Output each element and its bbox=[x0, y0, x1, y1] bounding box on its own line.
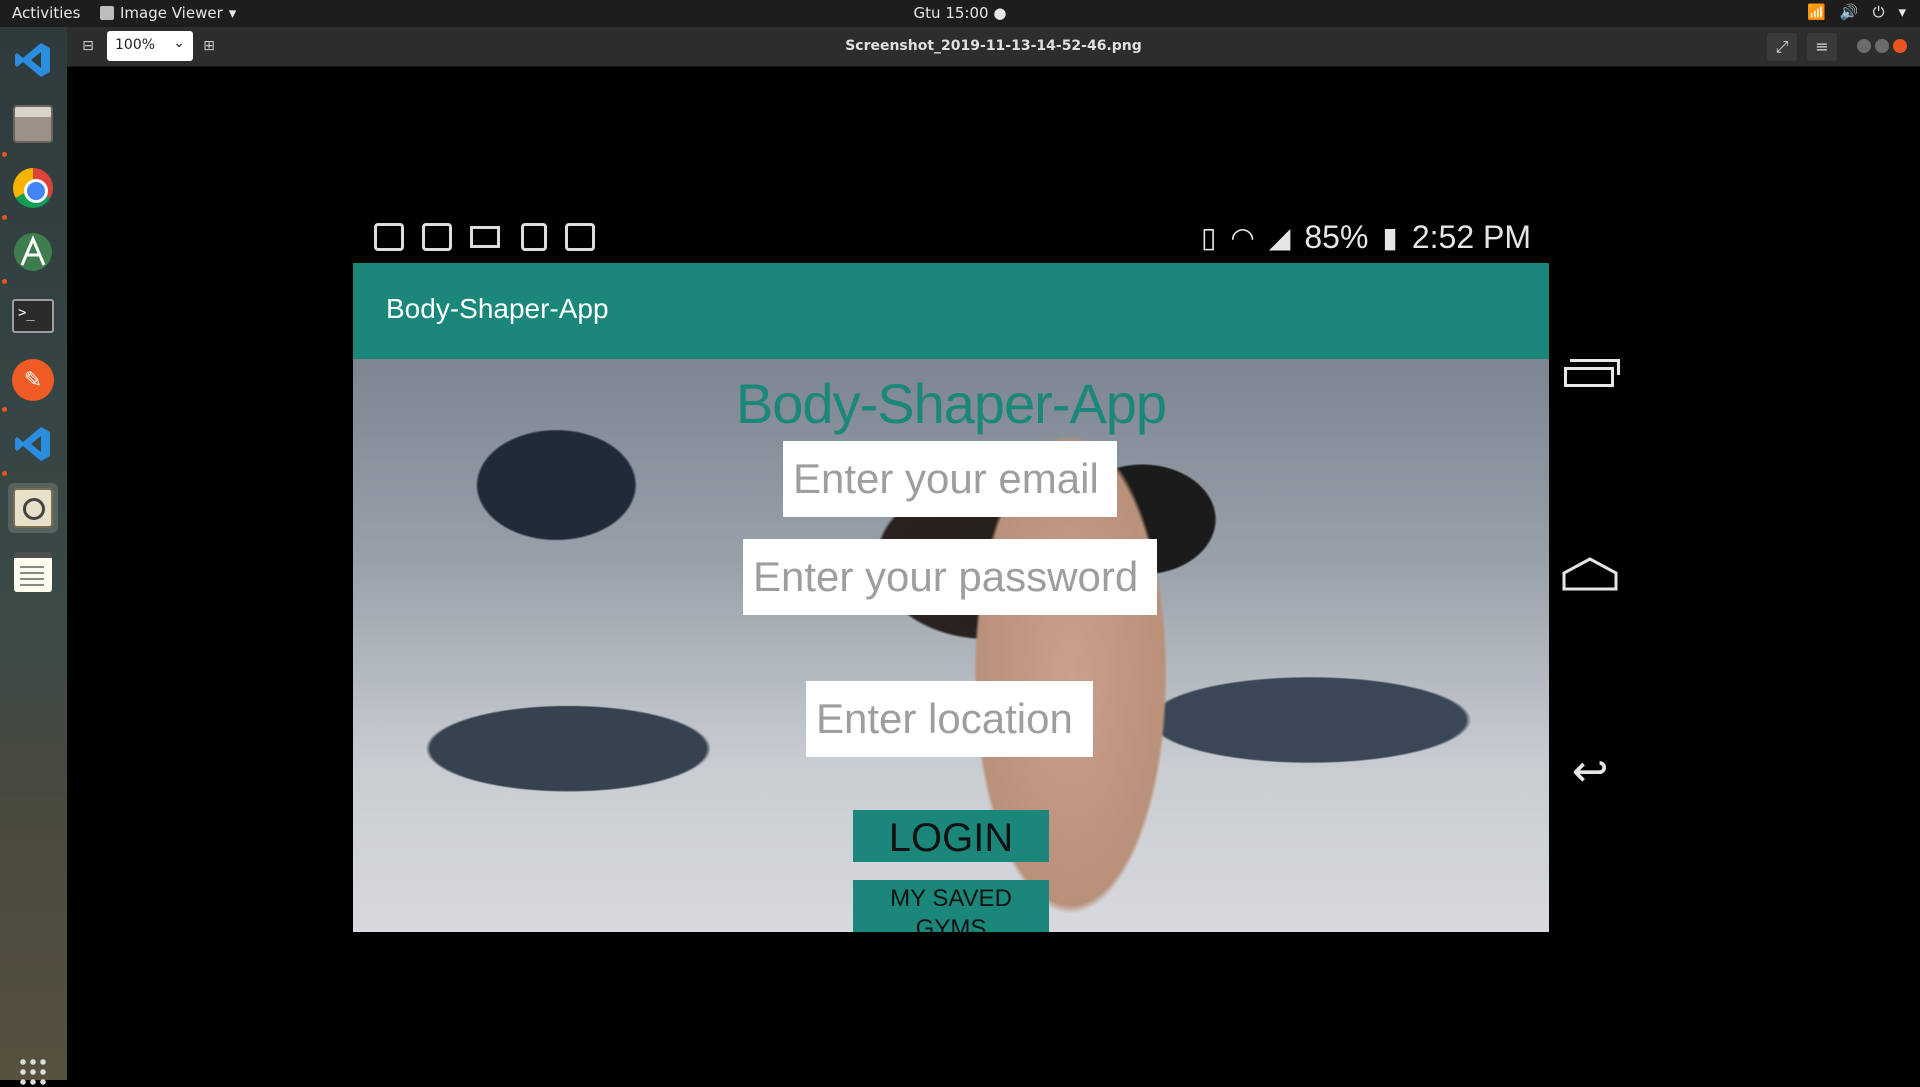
vibrate-icon: ▯ bbox=[1200, 222, 1217, 253]
power-icon: ⏻ bbox=[1872, 3, 1885, 21]
login-button[interactable]: LOGIN bbox=[853, 810, 1049, 862]
dock-item-image-viewer[interactable] bbox=[8, 483, 58, 533]
terminal-icon: >_ bbox=[12, 299, 54, 333]
location-field[interactable]: Enter location bbox=[806, 681, 1093, 757]
back-icon[interactable]: ↩ bbox=[1560, 750, 1620, 794]
status-time: 2:52 PM bbox=[1411, 219, 1531, 255]
postman-icon: ✎ bbox=[12, 359, 54, 401]
cell-signal-icon: ◢ bbox=[1268, 222, 1291, 253]
image-viewer-headerbar: ⊟ 100% ⌄ ⊞ Screenshot_2019-11-13-14-52-4… bbox=[67, 27, 1920, 67]
download-notification-icon bbox=[422, 223, 452, 251]
files-icon bbox=[13, 105, 53, 143]
recent-apps-icon[interactable] bbox=[1560, 355, 1620, 395]
dock-item-files[interactable] bbox=[8, 99, 58, 149]
fullscreen-icon[interactable]: ⤢ bbox=[1767, 33, 1797, 61]
android-studio-icon bbox=[14, 233, 52, 271]
app-toolbar: Body-Shaper-App bbox=[353, 263, 1549, 359]
email-field[interactable]: Enter your email bbox=[783, 441, 1117, 517]
wifi-signal-icon: ◠ bbox=[1230, 222, 1255, 253]
image-viewer-icon bbox=[13, 488, 53, 528]
gmail-notification-icon bbox=[565, 223, 595, 251]
close-window-icon[interactable] bbox=[1893, 39, 1907, 53]
battery-icon: ▮ bbox=[1382, 222, 1398, 253]
battery-percent: 85% bbox=[1304, 219, 1369, 255]
toolbar-title: Body-Shaper-App bbox=[386, 293, 609, 324]
window-title: Screenshot_2019-11-13-14-52-46.png bbox=[845, 38, 1142, 54]
hamburger-menu-icon[interactable]: ≡ bbox=[1807, 33, 1837, 61]
dock-item-android-studio[interactable] bbox=[8, 227, 58, 277]
vscode-icon bbox=[15, 43, 50, 77]
dock-item-chrome[interactable] bbox=[8, 163, 58, 213]
gnome-top-bar: Activities Image Viewer ▾ Gtu 15:00 ● 📶 … bbox=[0, 0, 1920, 27]
android-status-bar: ▯ ◠ ◢ 85% ▮ 2:52 PM bbox=[353, 215, 1549, 265]
status-right-group: ▯ ◠ ◢ 85% ▮ 2:52 PM bbox=[1201, 219, 1531, 256]
image-notification-icon bbox=[521, 223, 547, 251]
dock-item-text-editor[interactable] bbox=[8, 547, 58, 597]
system-tray[interactable]: 📶 🔊 ⏻ ▾ bbox=[1807, 3, 1906, 21]
wifi-icon: 📶 bbox=[1807, 3, 1826, 21]
download-notification-icon bbox=[374, 223, 404, 251]
dock-item-postman[interactable]: ✎ bbox=[8, 355, 58, 405]
text-editor-icon bbox=[14, 552, 52, 592]
dock-item-vscode[interactable] bbox=[8, 35, 58, 85]
vscode-icon bbox=[15, 427, 50, 461]
my-saved-gyms-button[interactable]: MY SAVED GYMS bbox=[853, 880, 1049, 932]
dock-item-terminal[interactable]: >_ bbox=[8, 291, 58, 341]
volume-icon: 🔊 bbox=[1839, 3, 1859, 21]
app-headline: Body-Shaper-App bbox=[735, 372, 1167, 435]
home-icon[interactable] bbox=[1560, 555, 1620, 595]
minimize-window-icon[interactable] bbox=[1857, 39, 1871, 53]
notification-dot-icon: ● bbox=[993, 4, 1007, 22]
system-menu-arrow-icon: ▾ bbox=[1898, 3, 1906, 21]
dock: >_ ✎ bbox=[0, 27, 67, 1087]
password-field[interactable]: Enter your password bbox=[743, 539, 1157, 615]
show-applications-icon[interactable] bbox=[18, 1057, 48, 1087]
dock-item-vscode-2[interactable] bbox=[8, 419, 58, 469]
mail-notification-icon bbox=[470, 226, 500, 248]
login-screen: Body-Shaper-App Enter your email Enter y… bbox=[353, 359, 1549, 932]
maximize-window-icon[interactable] bbox=[1875, 39, 1889, 53]
clock[interactable]: Gtu 15:00 ● bbox=[0, 4, 1920, 22]
chrome-icon bbox=[13, 168, 53, 208]
clock-label: Gtu 15:00 bbox=[913, 4, 989, 22]
